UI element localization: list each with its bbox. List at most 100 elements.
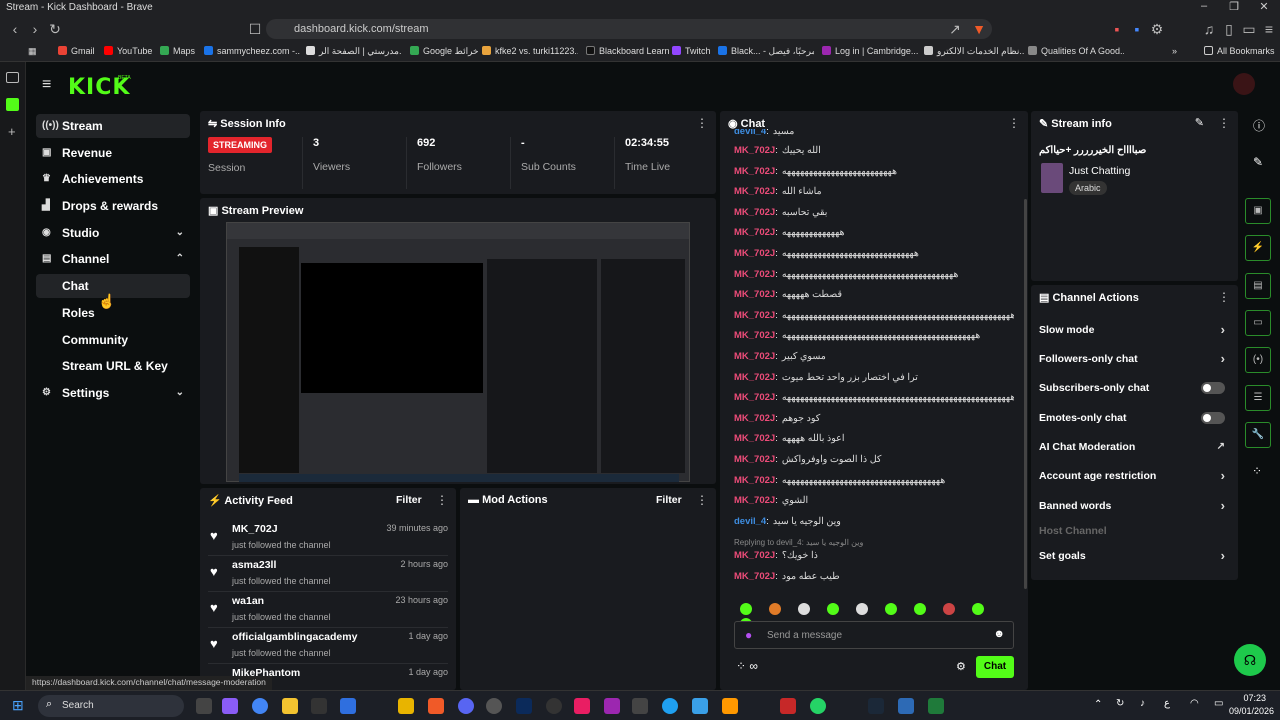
banned-words-item[interactable]: Banned words › [1039, 493, 1225, 519]
chat-username[interactable]: MK_702J [734, 550, 775, 561]
clock-time[interactable]: 07:23 [1222, 693, 1266, 703]
sidebar-item-settings[interactable]: ⚙ Settings ⌄ [36, 381, 190, 405]
microphone-icon[interactable]: ● [745, 628, 752, 642]
mail-icon[interactable] [632, 698, 648, 714]
chat-message[interactable]: MK_702J: ذا خويك؟ [734, 550, 1014, 561]
store-icon[interactable] [340, 698, 356, 714]
bookmark-item[interactable]: مدرستي | الصفحة الر... [306, 46, 402, 57]
sidebar-toggle-icon[interactable]: ▯ [1220, 20, 1238, 38]
app-icon[interactable] [898, 698, 914, 714]
subscribers-only-chat-item[interactable]: Subscribers-only chat [1039, 375, 1225, 401]
sidebar-item-community[interactable]: Community [36, 328, 190, 352]
clock-date[interactable]: 09/01/2026 [1222, 706, 1274, 716]
extensions-puzzle-icon[interactable]: ⚙ [1148, 20, 1166, 38]
extension-icon[interactable]: ▪ [1128, 20, 1146, 38]
chat-username[interactable]: devil_4 [734, 129, 766, 137]
discord-icon[interactable] [458, 698, 474, 714]
bookmark-icon[interactable]: ☐ [246, 20, 264, 38]
bookmark-item[interactable]: Black... - مرحبًا، فيصل [718, 46, 814, 57]
support-headset-icon[interactable]: ☊ [1234, 644, 1266, 676]
maximize-icon[interactable]: ❐ [1220, 0, 1248, 16]
chat-message[interactable]: MK_702J: طيب عطه مود [734, 571, 1014, 582]
language-indicator[interactable]: ع [1164, 698, 1170, 709]
chat-username[interactable]: MK_702J [734, 248, 775, 259]
emoji-icon[interactable]: ☻ [993, 628, 1005, 640]
chat-username[interactable]: MK_702J [734, 207, 775, 218]
more-actions-icon[interactable]: ⁘ [1252, 464, 1262, 478]
sidebar-item-drops[interactable]: ▟ Drops & rewards [36, 194, 190, 218]
category-thumbnail[interactable] [1041, 163, 1063, 193]
bookmark-item[interactable]: Qualities Of A Good... [1028, 46, 1124, 56]
tray-chevron-icon[interactable]: ⌃ [1094, 699, 1102, 710]
extension-icon[interactable]: ▪ [1108, 20, 1126, 38]
user-badges-icon[interactable]: ⁘ ∞ [736, 659, 758, 673]
more-options-icon[interactable]: ⋮ [1218, 116, 1230, 130]
chat-username[interactable]: MK_702J [734, 289, 775, 300]
network-icon[interactable]: ↻ [1116, 698, 1124, 709]
app-icon[interactable] [928, 698, 944, 714]
stream-preview-video[interactable] [226, 222, 690, 482]
chat-username[interactable]: MK_702J [734, 330, 775, 341]
more-bookmarks-icon[interactable]: » [1172, 46, 1177, 56]
bookmark-item[interactable]: Twitch [672, 46, 711, 56]
chat-message[interactable]: MK_702J: هههههههههههههههههههههههههههههههه… [734, 330, 1014, 341]
media-icon[interactable]: ♫ [1200, 20, 1218, 38]
obs-icon[interactable] [546, 698, 562, 714]
chat-message[interactable]: MK_702J: كل ذا الصوت واوفرواكش [734, 454, 1014, 465]
epic-games-icon[interactable] [311, 698, 327, 714]
task-view-icon[interactable] [196, 698, 212, 714]
emote-icon[interactable] [972, 603, 984, 615]
emote-icon[interactable] [885, 603, 897, 615]
more-options-icon[interactable]: ⋮ [1218, 290, 1230, 304]
sidebar-item-achievements[interactable]: ♛ Achievements [36, 167, 190, 191]
bookmark-item[interactable]: Gmail [58, 46, 95, 56]
chat-message[interactable]: MK_702J: ههههههههههههههههههههههههههههههه [734, 248, 1014, 259]
emote-icon[interactable] [856, 603, 868, 615]
broadcast-icon[interactable]: (•) [1245, 347, 1271, 373]
emotes-only-chat-item[interactable]: Emotes-only chat [1039, 405, 1225, 431]
lightning-icon[interactable]: ⚡ [1245, 235, 1271, 261]
emote-icon[interactable] [798, 603, 810, 615]
emote-icon[interactable] [943, 603, 955, 615]
app-icon[interactable] [692, 698, 708, 714]
chat-message[interactable]: MK_702J: الشوي [734, 495, 1014, 506]
volume-icon[interactable]: ♪ [1140, 698, 1145, 709]
sidebar-item-channel[interactable]: ▤ Channel ⌃ [36, 247, 190, 271]
chat-message[interactable]: MK_702J: هههههههههههههههههههههههههههههههه… [734, 269, 1014, 280]
edit-icon[interactable]: ✎ [1253, 155, 1263, 169]
chat-message-list[interactable]: devil_4: مسيد MK_702J: الله يحييك MK_702J: هه… [720, 129, 1020, 601]
chat-username[interactable]: MK_702J [734, 454, 775, 465]
emote-icon[interactable] [827, 603, 839, 615]
sidebar-item-stream-url-key[interactable]: Stream URL & Key [36, 354, 190, 378]
send-chat-button[interactable]: Chat [976, 656, 1014, 678]
chat-message[interactable]: MK_702J: هههههههههههههههههههههههههههههههه… [734, 475, 1014, 486]
subscribers-only-toggle[interactable] [1201, 382, 1225, 394]
hamburger-menu-icon[interactable]: ≡ [42, 76, 51, 94]
avatar[interactable] [1233, 73, 1255, 95]
followers-only-chat-item[interactable]: Followers-only chat › [1039, 346, 1225, 372]
chat-message[interactable]: MK_702J: مسوي كبير [734, 351, 1014, 362]
chat-message[interactable]: MK_702J: كود جوهم [734, 413, 1014, 424]
share-icon[interactable]: ↗ [946, 20, 964, 38]
chat-username[interactable]: MK_702J [734, 186, 775, 197]
chat-username[interactable]: MK_702J [734, 269, 775, 280]
chat-username[interactable]: MK_702J [734, 433, 775, 444]
chat-message[interactable]: MK_702J: هههههههههههههههههههههههههه [734, 166, 1014, 177]
filter-button[interactable]: Filter [656, 494, 682, 506]
bookmark-item[interactable]: sammycheez.com -... [204, 46, 300, 56]
steam-icon[interactable] [868, 698, 884, 714]
windows-start-icon[interactable]: ⊞ [12, 697, 24, 714]
sidebar-item-revenue[interactable]: ▣ Revenue [36, 141, 190, 165]
wifi-icon[interactable]: ◠ [1190, 698, 1199, 709]
wrench-icon[interactable]: 🔧 [1245, 422, 1271, 448]
photoshop-icon[interactable] [516, 698, 532, 714]
chat-username[interactable]: MK_702J [734, 145, 775, 156]
more-options-icon[interactable]: ⋮ [436, 493, 448, 507]
app-icon[interactable] [486, 698, 502, 714]
chat-username[interactable]: MK_702J [734, 372, 775, 383]
bookmark-item[interactable]: Google خرائط [410, 46, 479, 57]
edit-icon[interactable]: ✎ [1195, 116, 1204, 129]
app-icon[interactable] [722, 698, 738, 714]
chat-message[interactable]: MK_702J: ماشاء الله [734, 186, 1014, 197]
sidebar-item-stream[interactable]: ((•)) Stream [36, 114, 190, 138]
